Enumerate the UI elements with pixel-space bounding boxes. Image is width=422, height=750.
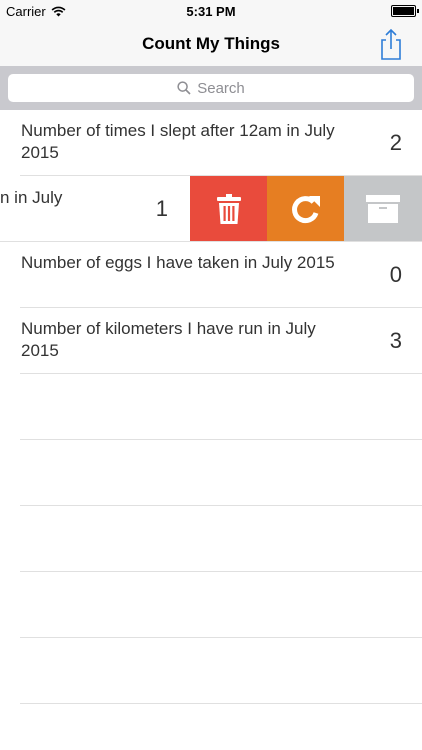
list-item[interactable]: Number of kilometers I have run in July … (0, 308, 422, 374)
search-bar: Search (0, 66, 422, 110)
battery-icon (391, 5, 419, 17)
search-input[interactable]: Search (8, 74, 414, 102)
list-item-swiped[interactable]: n in July 1 (0, 176, 422, 242)
page-title: Count My Things (142, 34, 280, 53)
empty-row (0, 506, 422, 572)
item-count: 1 (155, 196, 168, 221)
empty-row (0, 374, 422, 440)
item-label: Number of eggs I have taken in July 2015 (21, 253, 335, 272)
counter-list: Number of times I slept after 12am in Ju… (0, 110, 422, 704)
search-placeholder: Search (197, 79, 245, 97)
empty-row (0, 638, 422, 704)
list-item[interactable]: Number of eggs I have taken in July 2015… (0, 242, 422, 308)
empty-row (0, 440, 422, 506)
empty-row (0, 572, 422, 638)
archive-button[interactable] (344, 176, 422, 242)
trash-icon (216, 194, 241, 224)
status-bar: Carrier 5:31 PM (0, 0, 422, 22)
swiped-row-content[interactable]: n in July 1 (0, 176, 190, 242)
item-count: 0 (389, 262, 402, 287)
list-item[interactable]: Number of times I slept after 12am in Ju… (0, 110, 422, 176)
refresh-icon (291, 196, 320, 224)
reset-button[interactable] (267, 176, 344, 242)
navigation-bar: Count My Things (0, 22, 422, 66)
item-count: 2 (389, 130, 402, 155)
item-label: Number of kilometers I have run in July … (21, 319, 316, 360)
item-label: Number of times I slept after 12am in Ju… (21, 121, 335, 162)
item-count: 3 (389, 328, 402, 353)
status-time: 5:31 PM (186, 4, 236, 19)
search-icon (177, 81, 191, 95)
share-icon[interactable] (376, 27, 406, 61)
archive-icon (366, 195, 400, 223)
delete-button[interactable] (190, 176, 267, 242)
row-separator (20, 703, 422, 704)
